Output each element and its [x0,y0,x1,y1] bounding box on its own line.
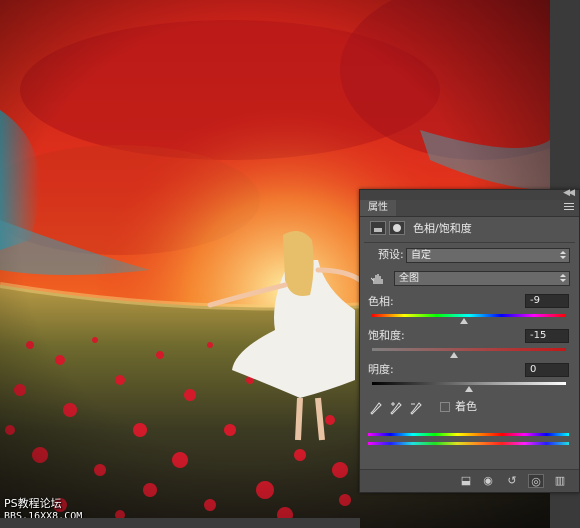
lightness-input[interactable]: 0 [525,363,569,377]
saturation-slider-track[interactable] [372,348,566,351]
status-bar [0,518,360,528]
delete-icon[interactable]: ▥ [552,474,568,488]
view-previous-icon[interactable]: ◉ [480,474,496,488]
clip-to-layer-icon[interactable]: ⬓ [458,474,474,488]
collapse-icon[interactable]: ◀◀ [563,188,575,198]
hue-input[interactable]: -9 [525,294,569,308]
preset-dropdown[interactable]: 自定 [406,248,570,263]
channel-dropdown[interactable]: 全图 [394,271,570,286]
saturation-slider-thumb[interactable] [450,352,459,358]
chevron-updown-icon [560,250,566,261]
saturation-label: 饱和度: [368,329,405,342]
preset-value: 自定 [411,250,431,261]
preset-label: 预设: [378,248,404,261]
hue-label: 色相: [368,295,394,308]
chevron-updown-icon [560,273,566,284]
lightness-label: 明度: [368,363,394,376]
properties-panel: ◀◀ 属性 色相/饱和度 预设: 自定 全图 色相: -9 饱和度: -15 明… [359,188,580,493]
visibility-icon[interactable]: ◎ [528,474,544,488]
tab-properties[interactable]: 属性 [360,200,396,216]
colorize-label: 着色 [455,400,477,413]
tab-bar: 属性 [360,200,579,217]
target-adjust-hand-icon[interactable] [370,273,385,285]
panel-footer: ⬓ ◉ ↺ ◎ ▥ [360,469,579,492]
hue-slider-track[interactable] [372,314,566,317]
adjustment-layer-icon[interactable] [370,221,386,235]
eyedropper-subtract-icon[interactable] [410,401,422,415]
panel-menu-icon[interactable] [564,203,574,212]
adjustment-title: 色相/饱和度 [413,222,472,235]
input-spectrum-bar [368,433,569,436]
saturation-input[interactable]: -15 [525,329,569,343]
eyedropper-add-icon[interactable] [390,401,402,415]
layer-mask-icon[interactable] [389,221,405,235]
channel-value: 全图 [399,273,419,284]
colorize-checkbox[interactable] [440,402,450,412]
output-spectrum-bar [368,442,569,445]
divider [364,242,575,243]
eyedropper-icon[interactable] [370,401,382,415]
lightness-slider-thumb[interactable] [465,386,473,392]
hue-slider-thumb[interactable] [460,318,469,324]
watermark-line1: PS教程论坛 [4,497,62,510]
reset-icon[interactable]: ↺ [504,474,520,488]
lightness-slider-track[interactable] [372,382,566,385]
panel-header-strip: ◀◀ [360,188,579,200]
